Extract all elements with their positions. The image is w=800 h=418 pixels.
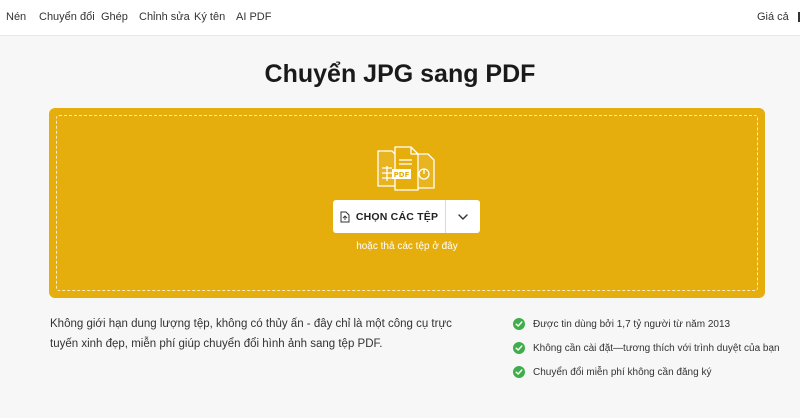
tool-description: Không giới hạn dung lượng tệp, không có … (50, 318, 452, 350)
feature-item: Được tin dùng bởi 1,7 tỷ người từ năm 20… (513, 312, 793, 336)
page-title: Chuyển JPG sang PDF (264, 60, 536, 88)
choose-files-group: CHỌN CÁC TỆP (333, 200, 480, 233)
choose-files-label: CHỌN CÁC TỆP (355, 210, 439, 223)
nav-item-edit[interactable]: Chỉnh sửa (139, 11, 190, 23)
nav-item-sign[interactable]: Ký tên (194, 11, 225, 23)
nav-item-ai-pdf[interactable]: AI PDF (236, 11, 271, 23)
feature-text: Chuyển đổi miễn phí không cần đăng ký (533, 366, 712, 378)
check-circle-icon (513, 366, 525, 378)
feature-item: Chuyển đổi miễn phí không cần đăng ký (513, 360, 793, 384)
drop-hint-text: hoặc thả các tệp ở đây (356, 241, 458, 252)
chevron-down-icon (458, 213, 468, 220)
upload-source-dropdown[interactable] (446, 200, 480, 233)
feature-text: Được tin dùng bởi 1,7 tỷ người từ năm 20… (533, 318, 731, 330)
nav-item-compress[interactable]: Nén (6, 11, 26, 23)
nav-item-convert[interactable]: Chuyển đổi (39, 11, 95, 23)
file-icon (340, 211, 350, 222)
check-circle-icon (513, 318, 525, 330)
files-illustration-icon: PDF (377, 146, 435, 191)
pdf-badge: PDF (394, 171, 410, 179)
feature-list: Được tin dùng bởi 1,7 tỷ người từ năm 20… (513, 312, 793, 384)
choose-files-button[interactable]: CHỌN CÁC TỆP (333, 200, 445, 233)
check-circle-icon (513, 342, 525, 354)
feature-item: Không cần cài đặt—tương thích với trình … (513, 336, 793, 360)
top-navigation: Nén Chuyển đổi Ghép Chỉnh sửa Ký tên AI … (0, 0, 800, 36)
nav-item-pricing[interactable]: Giá cả (757, 11, 789, 23)
feature-text: Không cần cài đặt—tương thích với trình … (533, 342, 780, 354)
upload-dropzone[interactable]: PDF CHỌN CÁC TỆP hoặc thả các tệp ở đây (49, 108, 765, 298)
nav-item-merge[interactable]: Ghép (101, 11, 128, 23)
